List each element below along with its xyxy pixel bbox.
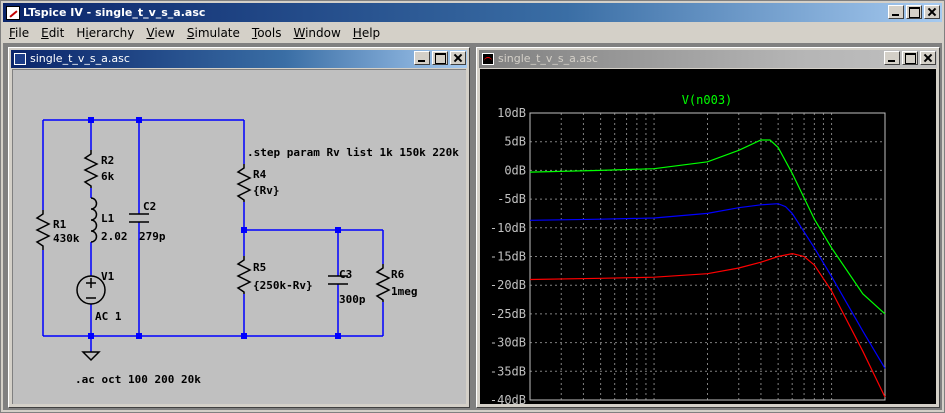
waveform-doc-icon[interactable] [482,53,494,65]
ground-symbol [81,351,101,362]
y-tick-label: -30dB [490,336,526,350]
y-tick-label: -5dB [497,192,526,206]
r2-label[interactable]: R2 [101,154,114,167]
schematic-symbols [35,150,391,362]
y-tick-label: -15dB [490,250,526,264]
waveform-plot-pane[interactable]: 10dB 5dB 0dB -5dB -10dB -15dB -20dB -25dB -30dB -… [480,69,936,413]
waveform-close-button[interactable] [920,51,936,65]
menu-bar: File Edit Hierarchy View Simulate Tools Window… [3,23,942,42]
y-tick-label: -35dB [490,364,526,378]
y-tick-label: -20dB [490,278,526,292]
c3-label[interactable]: C3 [339,268,352,281]
r5-label[interactable]: R5 [253,261,266,274]
schematic-canvas[interactable]: R1 430k R2 6k L1 2.02 C2 279p V1 AC 1 .s… [12,69,466,404]
app-title-bar[interactable]: LTspice IV - single_t_v_s_a.asc [3,3,942,22]
menu-hierarchy[interactable]: Hierarchy [70,24,140,42]
r5-resistor-symbol [236,256,252,294]
r4-label[interactable]: R4 [253,168,267,181]
app-minimize-button[interactable] [888,5,904,19]
menu-simulate[interactable]: Simulate [181,24,246,42]
waveform-window-title: single_t_v_s_a.asc [498,52,598,65]
c3-value[interactable]: 300p [339,293,366,306]
r1-label[interactable]: R1 [53,218,67,231]
menu-file[interactable]: File [3,24,35,42]
menu-view[interactable]: View [140,24,180,42]
c2-value[interactable]: 279p [139,230,166,243]
app-window: LTspice IV - single_t_v_s_a.asc File Edit… [0,0,945,413]
schematic-window[interactable]: single_t_v_s_a.asc R1 430k R2 6k L1 2.02… [8,47,470,408]
c2-label[interactable]: C2 [143,200,156,213]
waveform-window[interactable]: single_t_v_s_a.asc 10dB 5dB 0dB -5dB -10dB -1… [476,47,940,413]
y-tick-label: 10dB [497,106,526,120]
schematic-drawing: R1 430k R2 6k L1 2.02 C2 279p V1 AC 1 .s… [35,117,459,386]
waveform-window-title-bar[interactable]: single_t_v_s_a.asc [479,50,937,68]
schematic-minimize-button[interactable] [414,51,430,65]
series-line-3 [529,252,886,398]
mdi-workspace: single_t_v_s_a.asc R1 430k R2 6k L1 2.02… [3,43,942,413]
menu-help[interactable]: Help [347,24,386,42]
r2-resistor-symbol [83,150,99,188]
schematic-close-button[interactable] [450,51,466,65]
schematic-doc-icon[interactable] [14,53,26,65]
r6-resistor-symbol [375,264,391,302]
r2-value[interactable]: 6k [101,170,115,183]
l1-value[interactable]: 2.02 [101,230,128,243]
y-tick-label: -25dB [490,307,526,321]
r1-value[interactable]: 430k [53,232,80,245]
schematic-window-title-bar[interactable]: single_t_v_s_a.asc [11,50,467,68]
app-maximize-button[interactable] [906,5,922,19]
ac-directive[interactable]: .ac oct 100 200 20k [75,373,201,386]
r6-value[interactable]: 1meg [391,285,418,298]
waveform-minimize-button[interactable] [884,51,900,65]
menu-window[interactable]: Window [287,24,346,42]
bode-plot[interactable]: 10dB 5dB 0dB -5dB -10dB -15dB -20dB -25dB -30dB -… [480,69,936,413]
v1-label[interactable]: V1 [101,270,115,283]
schematic-window-title: single_t_v_s_a.asc [30,52,130,65]
y-tick-label: -10dB [490,221,526,235]
l1-label[interactable]: L1 [101,212,115,225]
r6-label[interactable]: R6 [391,268,405,281]
waveform-maximize-button[interactable] [902,51,918,65]
step-directive[interactable]: .step param Rv list 1k 150k 220k [247,146,459,159]
menu-edit[interactable]: Edit [35,24,70,42]
r4-value[interactable]: {Rv} [253,184,280,197]
r5-value[interactable]: {250k-Rv} [253,279,313,292]
schematic-maximize-button[interactable] [432,51,448,65]
app-close-button[interactable] [924,5,940,19]
y-tick-label: -40dB [490,393,526,404]
app-title: LTspice IV - single_t_v_s_a.asc [23,6,206,19]
trace-name-label[interactable]: V(n003) [682,93,733,107]
r4-resistor-symbol [236,164,252,202]
ltspice-app-icon[interactable] [6,5,20,20]
menu-tools[interactable]: Tools [246,24,288,42]
y-tick-label: 5dB [504,135,526,149]
series-line-1 [529,139,886,315]
y-tick-label: 0dB [504,163,526,177]
r1-resistor-symbol [35,210,51,250]
v1-value[interactable]: AC 1 [95,310,122,323]
l1-inductor-symbol [90,197,98,243]
